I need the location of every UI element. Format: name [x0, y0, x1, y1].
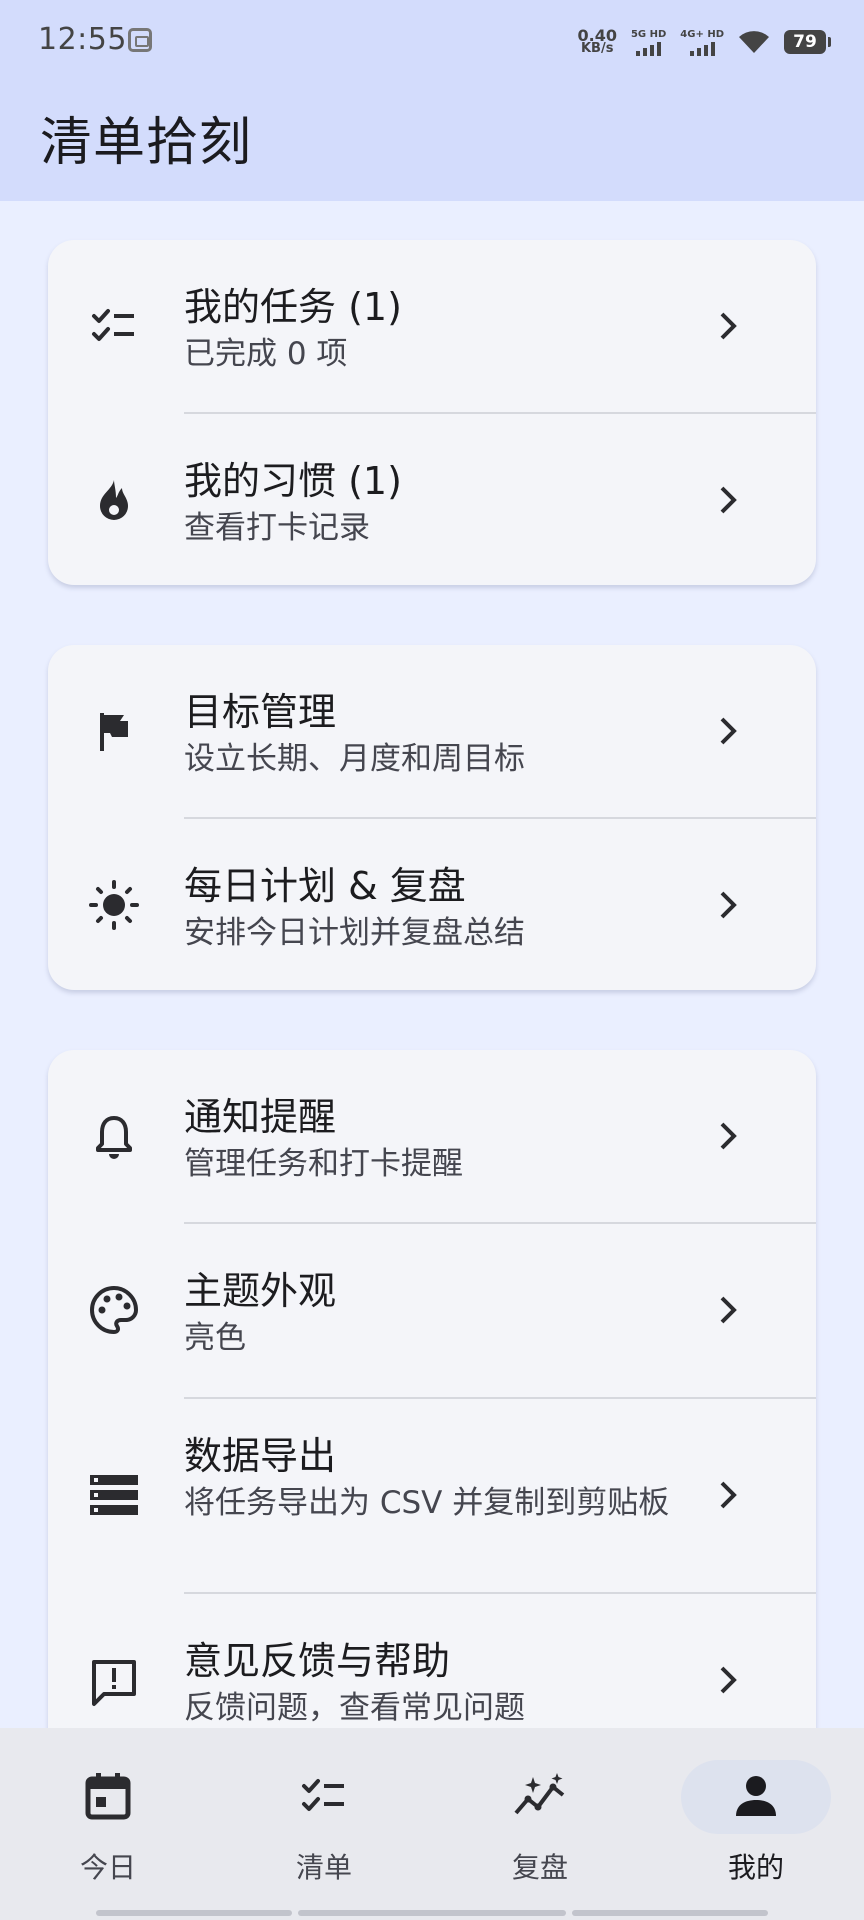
nav-label: 我的	[727, 1851, 784, 1884]
menu-item-title: 每日计划 & 复盘	[184, 864, 466, 908]
storage-icon	[88, 1469, 140, 1521]
menu-item-title: 我的任务 (1)	[184, 285, 402, 329]
menu-item-notifications[interactable]: 通知提醒 管理任务和打卡提醒	[48, 1050, 816, 1222]
menu-item-title: 主题外观	[184, 1269, 337, 1313]
menu-item-subtitle: 安排今日计划并复盘总结	[184, 915, 525, 951]
nav-item-me[interactable]: 我的	[648, 1728, 864, 1884]
chevron-right-icon	[710, 482, 746, 518]
sun-icon	[88, 879, 140, 931]
feedback-icon	[88, 1656, 140, 1708]
checklist-icon	[88, 300, 140, 352]
gesture-bar	[572, 1910, 768, 1916]
battery-icon: 79	[784, 30, 831, 54]
menu-item-data-export[interactable]: 数据导出 将任务导出为 CSV 并复制到剪贴板	[48, 1399, 816, 1592]
top-app-bar: 12:55 0.40 KB/s 5G HD 4G+ HD 79 清单拾刻	[0, 0, 864, 201]
chevron-right-icon	[710, 887, 746, 923]
trend-sparkle-icon	[512, 1768, 568, 1824]
chevron-right-icon	[710, 1292, 746, 1328]
calendar-icon	[80, 1768, 136, 1824]
menu-item-subtitle: 亮色	[184, 1320, 246, 1356]
card-goals-plans: 目标管理 设立长期、月度和周目标 每日计划 & 复盘 安排今日计划并复盘总结	[48, 645, 816, 990]
card-tasks-habits: 我的任务 (1) 已完成 0 项 我的习惯 (1) 查看打卡记录	[48, 240, 816, 585]
flag-icon	[88, 705, 140, 757]
fire-icon	[88, 474, 140, 526]
menu-item-subtitle: 将任务导出为 CSV 并复制到剪贴板	[184, 1485, 670, 1521]
sim2-signal-icon: 4G+ HD	[680, 29, 724, 56]
menu-item-title: 数据导出	[184, 1434, 337, 1478]
chevron-right-icon	[710, 713, 746, 749]
menu-item-subtitle: 已完成 0 项	[184, 336, 348, 372]
chevron-right-icon	[710, 308, 746, 344]
menu-item-title: 目标管理	[184, 690, 337, 734]
nav-item-review[interactable]: 复盘	[432, 1728, 648, 1884]
menu-item-subtitle: 反馈问题，查看常见问题	[184, 1690, 525, 1726]
menu-item-title: 我的习惯 (1)	[184, 459, 402, 503]
menu-item-my-habits[interactable]: 我的习惯 (1) 查看打卡记录	[48, 414, 816, 585]
nav-item-list[interactable]: 清单	[216, 1728, 432, 1884]
chevron-right-icon	[710, 1477, 746, 1513]
status-time: 12:55	[38, 22, 127, 57]
menu-item-subtitle: 查看打卡记录	[184, 510, 370, 546]
gesture-bar	[298, 1910, 566, 1916]
nav-item-today[interactable]: 今日	[0, 1728, 216, 1884]
menu-item-daily-plan-review[interactable]: 每日计划 & 复盘 安排今日计划并复盘总结	[48, 819, 816, 990]
wifi-icon	[739, 31, 769, 53]
sim1-signal-icon: 5G HD	[631, 29, 666, 56]
palette-icon	[88, 1284, 140, 1336]
page-title: 清单拾刻	[40, 113, 253, 173]
nav-label: 清单	[295, 1851, 352, 1884]
card-settings: 通知提醒 管理任务和打卡提醒 主题外观 亮色 数据导出 将任务导出为 CSV 并…	[48, 1050, 816, 1770]
chevron-right-icon	[710, 1662, 746, 1698]
nav-label: 复盘	[511, 1851, 568, 1884]
network-speed: 0.40 KB/s	[577, 26, 617, 56]
menu-item-subtitle: 设立长期、月度和周目标	[184, 741, 525, 777]
bottom-navigation: 今日 清单 复盘 我的	[0, 1728, 864, 1920]
bell-icon	[88, 1110, 140, 1162]
app-notification-icon	[128, 28, 152, 52]
menu-item-title: 意见反馈与帮助	[184, 1639, 451, 1683]
gesture-bar	[96, 1910, 292, 1916]
person-icon	[728, 1768, 784, 1824]
menu-item-subtitle: 管理任务和打卡提醒	[184, 1146, 463, 1182]
chevron-right-icon	[710, 1118, 746, 1154]
menu-item-title: 通知提醒	[184, 1095, 337, 1139]
status-indicators: 0.40 KB/s 5G HD 4G+ HD 79	[577, 24, 831, 60]
nav-label: 今日	[79, 1851, 136, 1884]
checklist-icon	[296, 1768, 352, 1824]
menu-item-theme[interactable]: 主题外观 亮色	[48, 1224, 816, 1396]
menu-item-my-tasks[interactable]: 我的任务 (1) 已完成 0 项	[48, 240, 816, 412]
menu-item-goal-management[interactable]: 目标管理 设立长期、月度和周目标	[48, 645, 816, 817]
